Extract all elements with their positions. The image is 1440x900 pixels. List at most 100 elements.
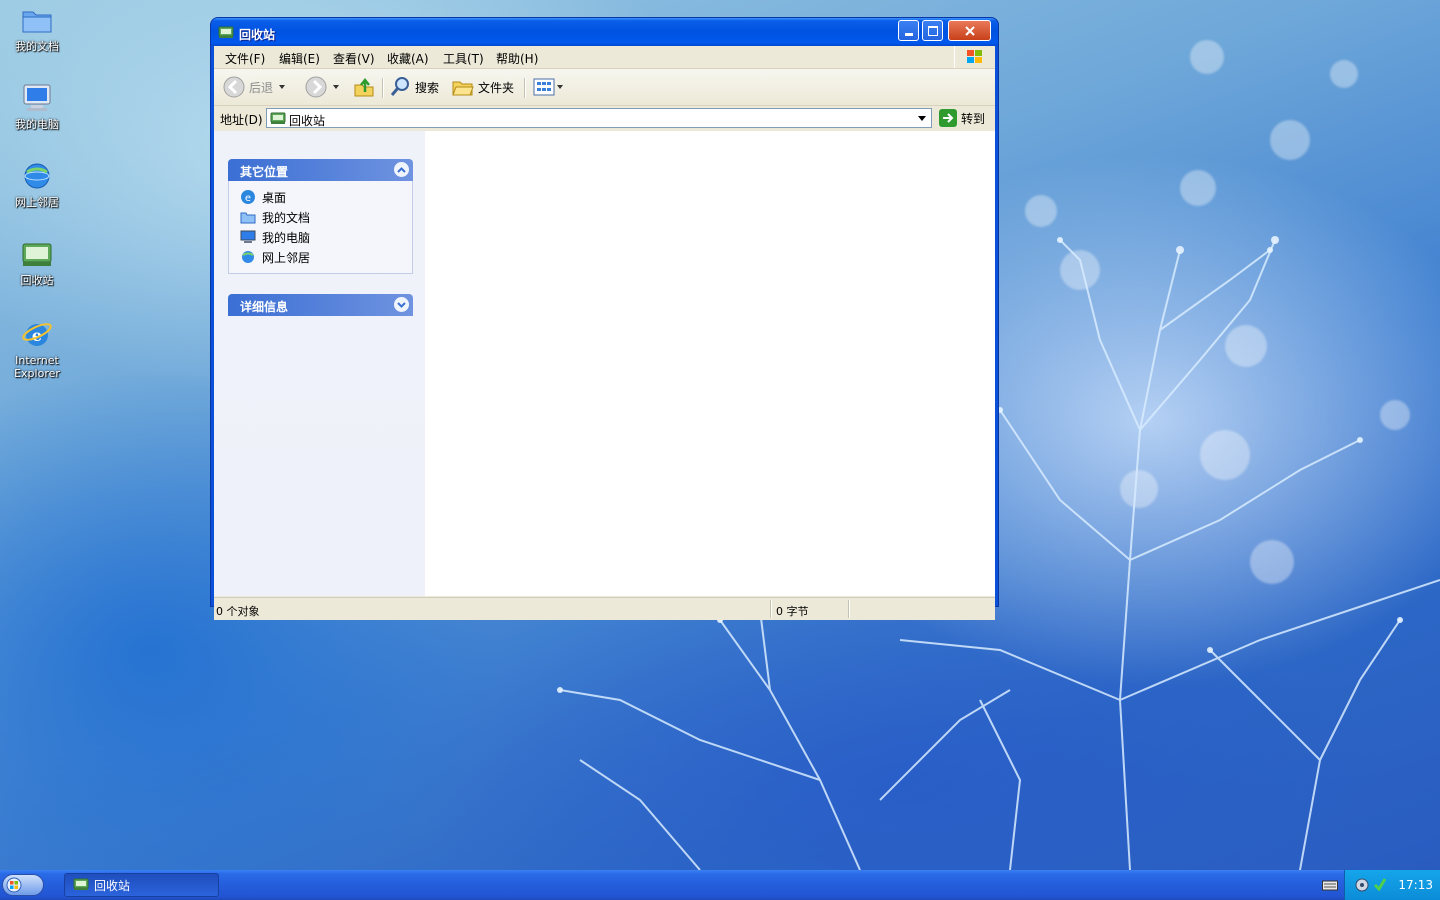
views-button[interactable]: [533, 75, 563, 99]
other-places-body: e 桌面 我的文档 我的电脑 网上邻居: [228, 181, 413, 274]
folders-label: 文件夹: [478, 80, 515, 95]
desktop-icon-label: Internet Explorer: [14, 354, 60, 380]
place-link-network[interactable]: 网上邻居: [229, 247, 412, 267]
place-link-label: 我的文档: [262, 210, 311, 225]
place-link-label: 桌面: [262, 190, 287, 205]
desktop-icon-internet-explorer[interactable]: e Internet Explorer: [2, 318, 72, 380]
recycle-bin-icon: [73, 877, 89, 894]
address-value: 回收站: [289, 114, 326, 128]
up-folder-button[interactable]: [353, 75, 375, 99]
collapse-button[interactable]: [394, 162, 409, 177]
place-link-label: 我的电脑: [262, 230, 311, 245]
search-button[interactable]: 搜索: [389, 75, 439, 99]
chevron-down-icon[interactable]: [279, 85, 286, 89]
search-label: 搜索: [415, 80, 440, 95]
details-header[interactable]: 详细信息: [228, 294, 413, 316]
desktop-icon-label: 网上邻居: [15, 196, 59, 209]
back-arrow-icon: [223, 76, 245, 98]
address-bar: 地址(D) 回收站 转到: [214, 106, 995, 130]
windows-logo-icon: [967, 50, 982, 63]
maximize-button[interactable]: [922, 20, 943, 41]
internet-explorer-icon: e: [20, 318, 54, 350]
toolbar-separator: [382, 78, 384, 98]
place-link-desktop[interactable]: e 桌面: [229, 187, 412, 207]
my-documents-icon: [240, 209, 256, 225]
desktop-icon-label: 我的文档: [15, 40, 59, 53]
task-pane: 其它位置 e 桌面 我的文档 我的电脑 网上邻居 详细信息: [214, 131, 425, 596]
chevron-down-icon[interactable]: [557, 85, 563, 89]
desktop-icon-my-documents[interactable]: 我的文档: [2, 4, 72, 53]
place-link-my-documents[interactable]: 我的文档: [229, 207, 412, 227]
close-button[interactable]: [948, 20, 991, 41]
status-size: 0 字节: [776, 605, 809, 618]
chevron-down-icon[interactable]: [333, 85, 339, 89]
title-bar[interactable]: 回收站: [211, 18, 998, 46]
views-icon: [533, 78, 555, 96]
menu-favorites[interactable]: 收藏(A): [387, 50, 429, 67]
back-label: 后退: [249, 80, 274, 95]
recycle-bin-icon: [270, 111, 286, 128]
start-button[interactable]: [2, 874, 44, 896]
folder-icon: [452, 81, 474, 96]
go-label: 转到: [961, 111, 986, 126]
recycle-bin-icon: [20, 238, 54, 270]
volume-icon[interactable]: [1355, 878, 1369, 895]
chevron-down-icon: [397, 301, 406, 308]
restore-icon: [927, 25, 938, 36]
my-documents-icon: [20, 4, 54, 36]
content-area: 其它位置 e 桌面 我的文档 我的电脑 网上邻居 详细信息: [214, 131, 995, 596]
taskbar: 回收站 17:13: [0, 870, 1440, 900]
status-bar: 0 个对象 0 字节: [214, 597, 995, 620]
desktop-icon-recycle-bin[interactable]: 回收站: [2, 238, 72, 287]
windows-logo: [954, 46, 995, 68]
svg-text:e: e: [245, 193, 251, 204]
menu-tools[interactable]: 工具(T): [443, 50, 484, 67]
forward-arrow-icon: [305, 76, 327, 98]
toolbar: 后退 搜索 文件夹: [214, 69, 995, 106]
details-title: 详细信息: [240, 300, 289, 314]
menu-file[interactable]: 文件(F): [225, 50, 265, 67]
search-icon: [390, 77, 409, 96]
chevron-up-icon: [397, 166, 406, 173]
other-places-panel: 其它位置 e 桌面 我的文档 我的电脑 网上邻居: [228, 159, 413, 274]
go-button[interactable]: 转到: [939, 109, 985, 127]
my-computer-icon: [240, 229, 256, 245]
folders-button[interactable]: 文件夹: [452, 75, 514, 99]
place-link-my-computer[interactable]: 我的电脑: [229, 227, 412, 247]
file-list-area[interactable]: [425, 131, 995, 596]
toolbar-separator: [524, 78, 526, 98]
details-panel: 详细信息: [228, 294, 413, 316]
desktop-icon-network[interactable]: 网上邻居: [2, 160, 72, 209]
status-divider: [770, 600, 772, 618]
keyboard-icon[interactable]: [1322, 879, 1338, 894]
start-orb-icon: [6, 877, 22, 893]
expand-button[interactable]: [394, 297, 409, 312]
desktop-icon-my-computer[interactable]: 我的电脑: [2, 82, 72, 131]
status-divider: [848, 600, 850, 618]
back-button[interactable]: 后退: [223, 75, 286, 99]
go-arrow-icon: [939, 109, 957, 127]
desktop-icon: e: [240, 189, 256, 205]
up-folder-icon: [354, 77, 374, 97]
address-label: 地址(D): [220, 113, 263, 127]
other-places-header[interactable]: 其它位置: [228, 159, 413, 181]
menu-help[interactable]: 帮助(H): [496, 50, 538, 67]
minimize-button[interactable]: [898, 20, 919, 41]
address-input[interactable]: 回收站: [266, 108, 932, 128]
system-tray: 17:13: [1344, 870, 1440, 900]
window-title: 回收站: [239, 28, 276, 42]
network-status-icon[interactable]: [1373, 877, 1387, 896]
window-client: 文件(F) 编辑(E) 查看(V) 收藏(A) 工具(T) 帮助(H) 后退 搜…: [214, 46, 995, 620]
my-computer-icon: [20, 82, 54, 114]
chevron-down-icon: [918, 115, 926, 121]
taskbar-item-recycle-bin[interactable]: 回收站: [64, 873, 219, 897]
recycle-bin-window[interactable]: 回收站 文件(F) 编辑(E) 查看(V) 收藏(A) 工具(T) 帮助(H): [211, 18, 998, 620]
taskbar-item-label: 回收站: [94, 878, 131, 893]
status-object-count: 0 个对象: [216, 605, 260, 618]
other-places-title: 其它位置: [240, 165, 289, 179]
address-dropdown-button[interactable]: [914, 110, 930, 126]
menu-edit[interactable]: 编辑(E): [279, 50, 320, 67]
forward-button[interactable]: [305, 75, 339, 99]
menu-view[interactable]: 查看(V): [333, 50, 375, 67]
network-icon: [20, 160, 54, 192]
